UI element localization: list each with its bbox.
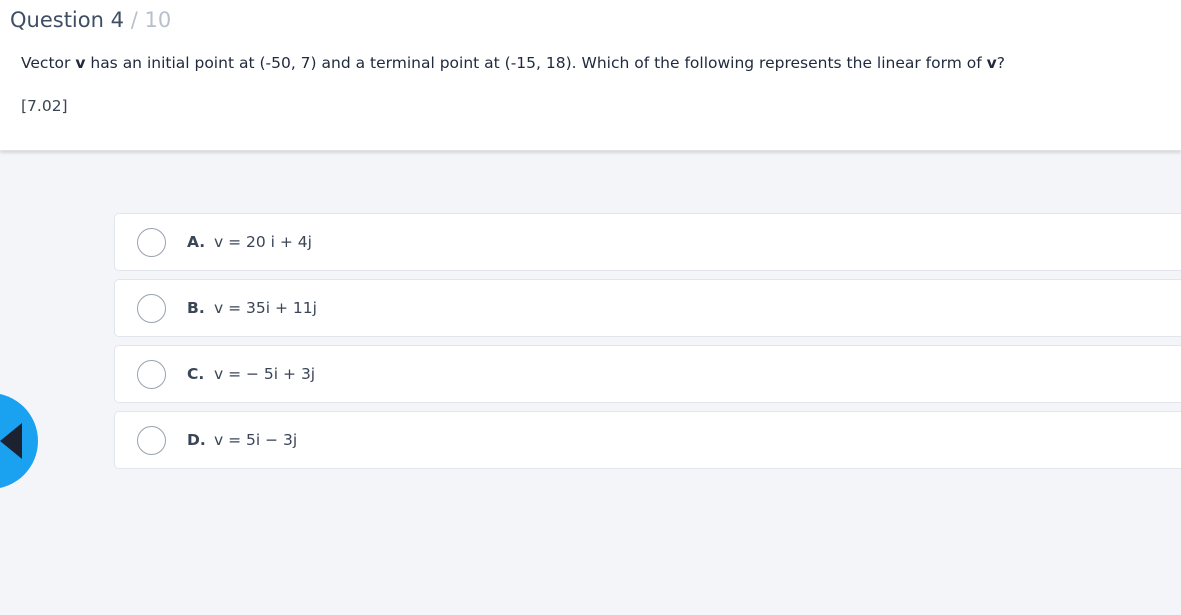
question-text-part: Vector <box>21 54 76 72</box>
radio-button[interactable] <box>137 294 166 323</box>
question-separator: / <box>130 8 138 32</box>
question-header: Question 4 / 10 <box>10 8 171 32</box>
vector-symbol: v <box>986 54 997 72</box>
answer-choice-a[interactable]: A. v = 20 i + 4j <box>114 213 1181 271</box>
radio-button[interactable] <box>137 426 166 455</box>
question-panel: Question 4 / 10 Vector v has an initial … <box>0 0 1181 151</box>
question-text: Vector v has an initial point at (-50, 7… <box>21 54 1005 72</box>
previous-question-button[interactable] <box>0 393 38 489</box>
vector-symbol: v <box>75 54 86 72</box>
question-reference: [7.02] <box>21 97 68 115</box>
choice-text: v = 20 i + 4j <box>214 233 312 251</box>
question-label: Question <box>10 8 104 32</box>
choice-letter: A. <box>187 233 206 251</box>
answer-choice-d[interactable]: D. v = 5i − 3j <box>114 411 1181 469</box>
question-number: 4 <box>110 8 124 32</box>
choice-text: v = − 5i + 3j <box>214 365 316 383</box>
answer-choice-b[interactable]: B. v = 35i + 11j <box>114 279 1181 337</box>
choice-text: v = 35i + 11j <box>214 299 317 317</box>
question-text-part: ? <box>996 54 1005 72</box>
question-text-part: has an initial point at (-50, 7) and a t… <box>85 54 987 72</box>
choice-letter: B. <box>187 299 205 317</box>
choice-letter: D. <box>187 431 206 449</box>
answer-choice-c[interactable]: C. v = − 5i + 3j <box>114 345 1181 403</box>
choice-text: v = 5i − 3j <box>214 431 298 449</box>
choice-letter: C. <box>187 365 205 383</box>
radio-button[interactable] <box>137 360 166 389</box>
radio-button[interactable] <box>137 228 166 257</box>
triangle-left-icon <box>0 423 22 459</box>
question-total: 10 <box>144 8 172 32</box>
